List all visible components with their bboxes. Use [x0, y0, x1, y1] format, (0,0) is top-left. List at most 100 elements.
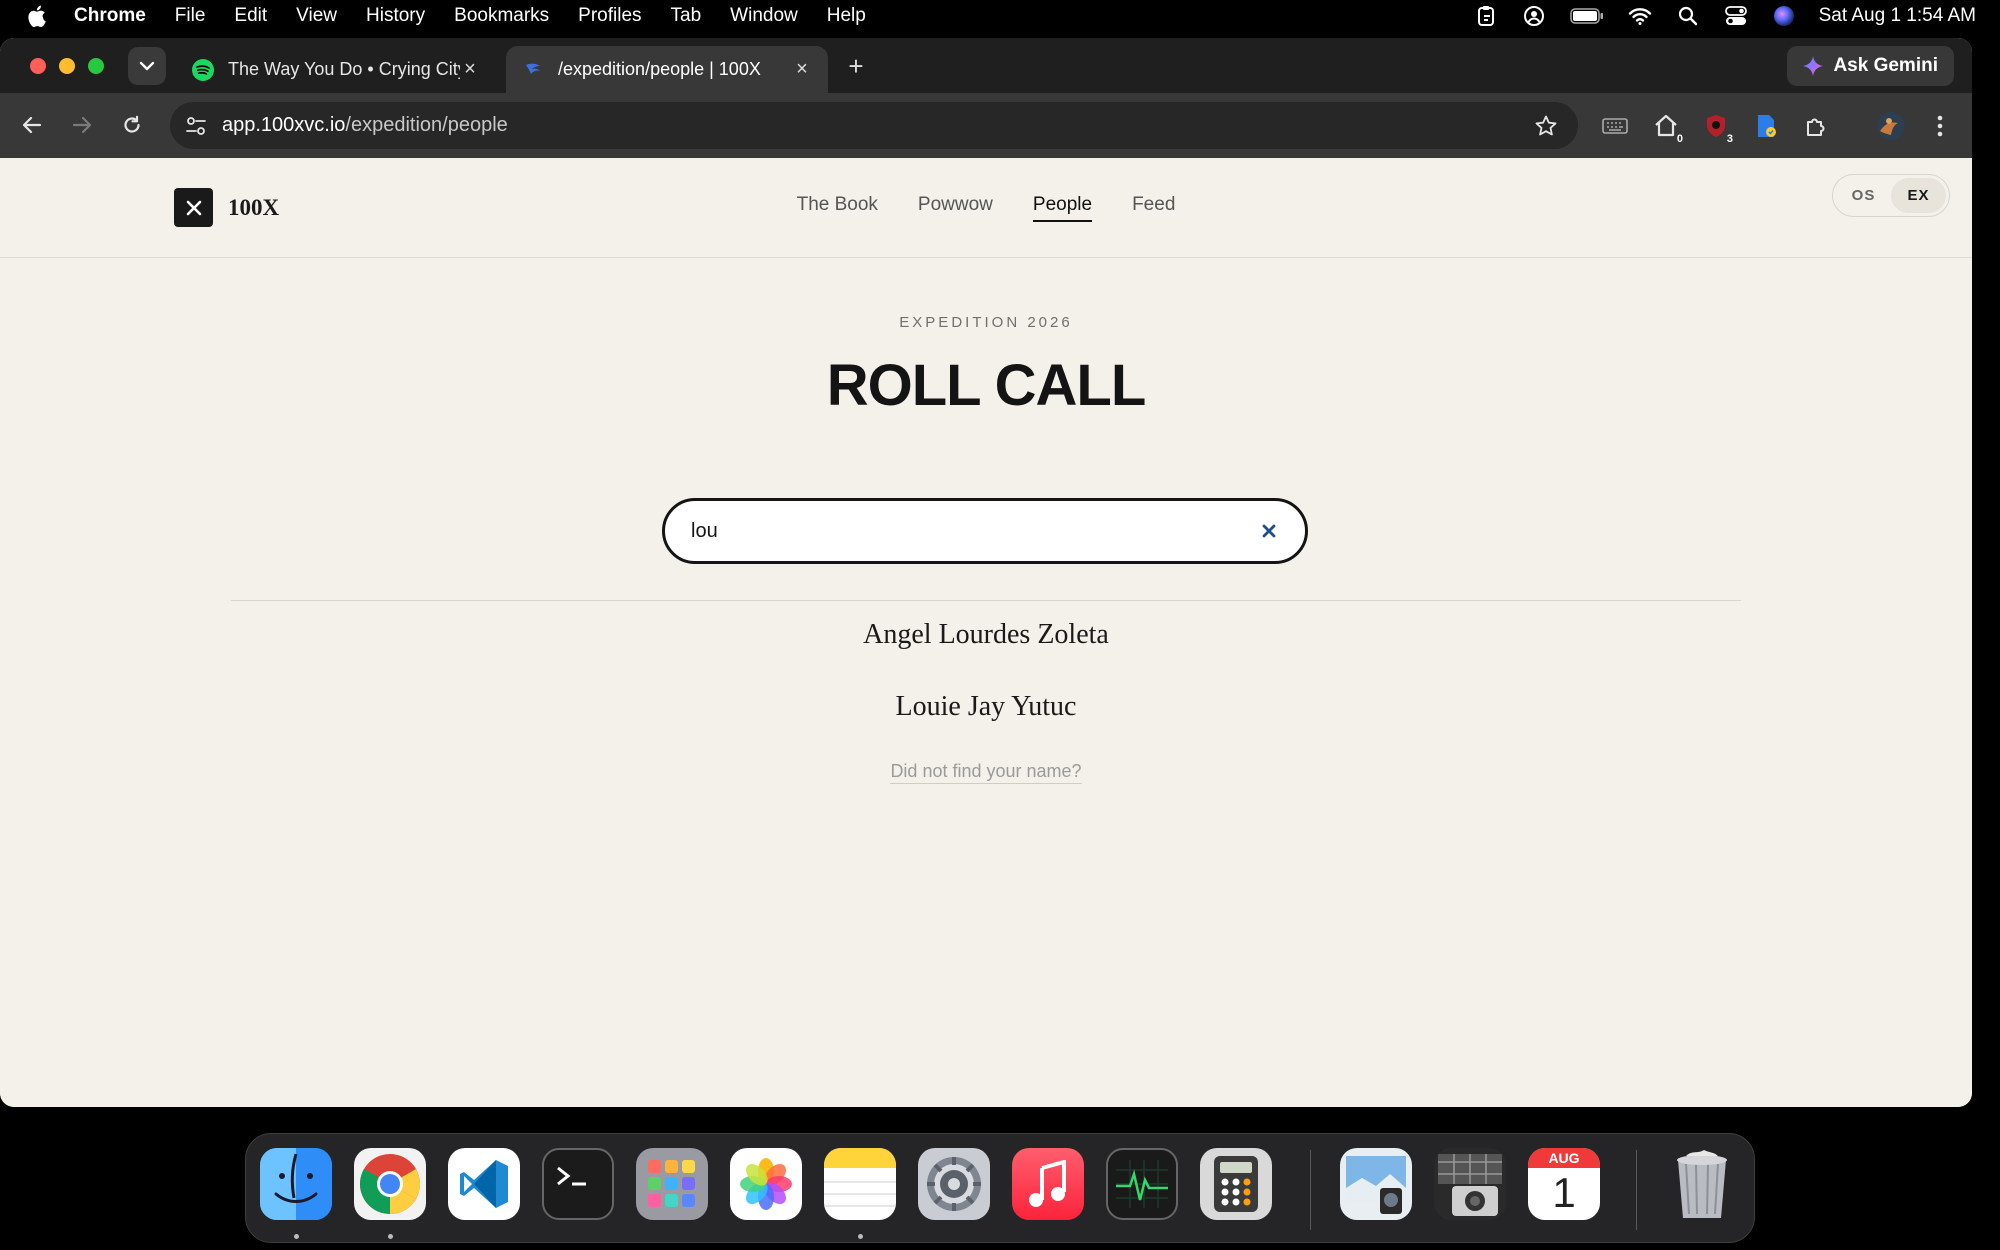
spotlight-search-icon[interactable] — [1675, 5, 1701, 27]
battery-icon[interactable] — [1569, 5, 1605, 27]
clipboard-status-icon[interactable] — [1473, 5, 1499, 27]
nav-feed[interactable]: Feed — [1132, 194, 1175, 222]
dock-separator — [1310, 1150, 1311, 1230]
home-extension-badge: 0 — [1674, 133, 1685, 145]
extensions-puzzle-icon[interactable] — [1801, 111, 1831, 141]
url-text[interactable]: app.100xvc.io/expedition/people — [222, 114, 508, 137]
image-capture-icon[interactable] — [1434, 1148, 1506, 1220]
menu-bookmarks[interactable]: Bookmarks — [454, 5, 549, 27]
trash-icon[interactable] — [1666, 1148, 1738, 1220]
apple-icon[interactable] — [26, 4, 48, 28]
close-tab-icon[interactable]: × — [792, 58, 812, 80]
arrow-right-icon — [72, 116, 92, 134]
address-bar[interactable]: app.100xvc.io/expedition/people — [170, 102, 1578, 149]
site-info-icon[interactable] — [184, 114, 208, 138]
status-area: Sat Aug 1 1:54 AM — [1473, 0, 1976, 31]
results-divider — [231, 600, 1741, 601]
close-tab-icon[interactable]: × — [460, 58, 480, 80]
preview-icon[interactable] — [1340, 1148, 1412, 1220]
home-extension-icon[interactable]: 0 — [1651, 111, 1685, 145]
nav-powwow[interactable]: Powwow — [918, 194, 993, 222]
arrow-left-icon — [22, 116, 42, 134]
tab-title: /expedition/people | 100X — [558, 59, 761, 79]
calendar-month: AUG — [1528, 1148, 1600, 1168]
calculator-icon[interactable] — [1200, 1148, 1272, 1220]
menu-history[interactable]: History — [366, 5, 425, 27]
menu-edit[interactable]: Edit — [234, 5, 267, 27]
system-settings-icon[interactable] — [918, 1148, 990, 1220]
calendar-icon[interactable]: AUG 1 — [1528, 1148, 1600, 1220]
dock-separator — [1636, 1150, 1637, 1230]
tab-search-button[interactable] — [128, 47, 166, 85]
chrome-icon[interactable] — [354, 1148, 426, 1220]
not-found-link[interactable]: Did not find your name? — [890, 761, 1082, 784]
site-header: 100X The Book Powwow People Feed OS EX — [0, 158, 1972, 258]
keyboard-extension-icon[interactable] — [1600, 111, 1630, 141]
menu-profiles[interactable]: Profiles — [578, 5, 641, 27]
more-menu-icon[interactable] — [1925, 111, 1955, 141]
back-button[interactable] — [16, 109, 48, 141]
list-item[interactable]: Louie Jay Yutuc — [0, 685, 1972, 757]
nav-the-book[interactable]: The Book — [797, 194, 878, 222]
clear-search-icon[interactable] — [1259, 521, 1279, 541]
ask-gemini-button[interactable]: Ask Gemini — [1787, 46, 1954, 86]
music-icon[interactable] — [1012, 1148, 1084, 1220]
wifi-icon[interactable] — [1627, 5, 1653, 27]
macos-dock: AUG 1 — [245, 1133, 1755, 1243]
terminal-icon[interactable] — [542, 1148, 614, 1220]
reload-button[interactable] — [116, 109, 148, 141]
running-indicator — [858, 1234, 863, 1239]
site-nav: The Book Powwow People Feed — [0, 194, 1972, 222]
menu-view[interactable]: View — [296, 5, 337, 27]
vscode-icon[interactable] — [448, 1148, 520, 1220]
notes-icon[interactable] — [824, 1148, 896, 1220]
shield-extension-icon[interactable]: 3 — [1701, 111, 1735, 145]
bookmark-star-icon[interactable] — [1534, 114, 1558, 138]
launchpad-icon[interactable] — [636, 1148, 708, 1220]
page-eyebrow: EXPEDITION 2026 — [899, 314, 1073, 331]
finder-icon[interactable] — [260, 1148, 332, 1220]
menu-file[interactable]: File — [175, 5, 206, 27]
mode-os-option[interactable]: OS — [1836, 178, 1891, 213]
user-status-icon[interactable] — [1521, 5, 1547, 27]
tab-title: The Way You Do • Crying City — [228, 59, 460, 79]
page-title: ROLL CALL — [826, 353, 1147, 418]
running-indicator — [294, 1234, 299, 1239]
tab-spotify[interactable]: The Way You Do • Crying City × — [176, 46, 496, 93]
minimize-window-button[interactable] — [59, 58, 75, 74]
menu-app-name[interactable]: Chrome — [74, 5, 146, 27]
menu-window[interactable]: Window — [730, 5, 798, 27]
nav-people[interactable]: People — [1032, 194, 1093, 222]
list-item[interactable]: Angel Lourdes Zoleta — [0, 613, 1972, 685]
new-tab-button[interactable]: + — [842, 51, 870, 81]
siri-icon[interactable] — [1771, 5, 1797, 27]
menu-help[interactable]: Help — [827, 5, 866, 27]
url-path: /expedition/people — [345, 114, 508, 136]
activity-monitor-icon[interactable] — [1106, 1148, 1178, 1220]
name-search-field[interactable]: lou — [662, 498, 1308, 564]
zoom-window-button[interactable] — [88, 58, 104, 74]
search-input[interactable]: lou — [691, 520, 1259, 543]
mode-toggle[interactable]: OS EX — [1832, 174, 1950, 217]
document-extension-icon[interactable] — [1751, 111, 1781, 141]
running-indicator — [388, 1234, 393, 1239]
menubar-clock[interactable]: Sat Aug 1 1:54 AM — [1819, 5, 1976, 27]
spotify-icon — [192, 58, 214, 81]
ask-gemini-label: Ask Gemini — [1833, 55, 1938, 76]
shield-extension-badge: 3 — [1724, 133, 1735, 145]
control-center-icon[interactable] — [1723, 5, 1749, 27]
photos-icon[interactable] — [730, 1148, 802, 1220]
tab-strip: The Way You Do • Crying City × /expediti… — [0, 38, 1972, 93]
tab-expedition-people[interactable]: /expedition/people | 100X × — [506, 46, 828, 93]
close-window-button[interactable] — [30, 58, 46, 74]
window-controls — [30, 58, 104, 74]
results-list: Angel Lourdes Zoleta Louie Jay Yutuc — [0, 613, 1972, 757]
mode-ex-option[interactable]: EX — [1891, 178, 1946, 213]
web-page: 100X The Book Powwow People Feed OS EX E… — [0, 158, 1972, 1107]
menu-tab[interactable]: Tab — [671, 5, 702, 27]
browser-window: The Way You Do • Crying City × /expediti… — [0, 38, 1972, 1107]
profile-avatar[interactable] — [1876, 111, 1906, 141]
calendar-day: 1 — [1552, 1169, 1576, 1216]
forward-button[interactable] — [66, 109, 98, 141]
chevron-down-icon — [139, 61, 155, 71]
